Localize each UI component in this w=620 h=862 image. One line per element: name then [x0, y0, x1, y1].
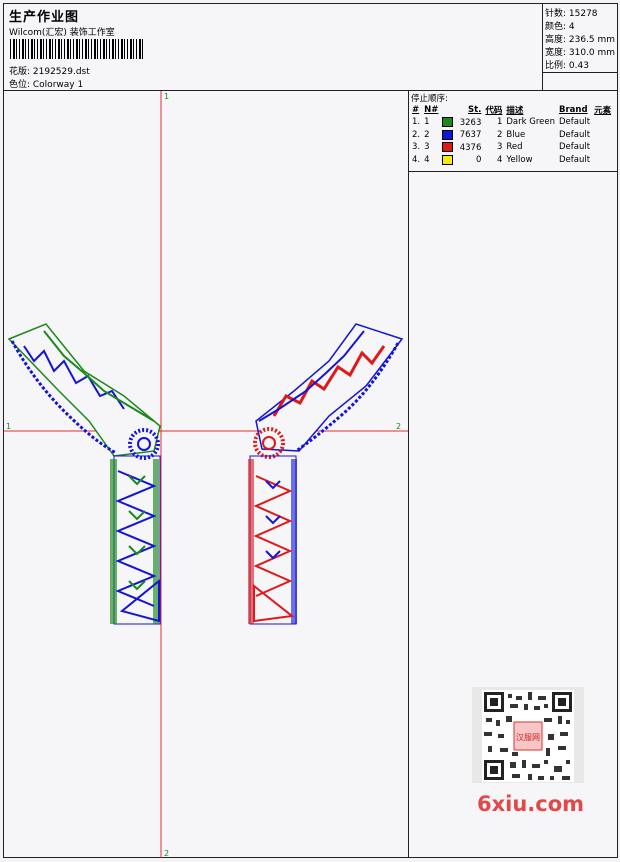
color-swatch	[442, 117, 454, 127]
stop-sequence-panel: 停止顺序: # N# St. 代码 描述 Brand 元素 1. 1 3263 1 Da…	[409, 91, 617, 172]
color-swatch	[442, 129, 454, 140]
design-scale: 比例: 0.43	[545, 61, 589, 71]
qr-code-watermark: 汉服网	[472, 687, 584, 783]
row-stitches: 7637	[440, 129, 483, 142]
row-description: Dark Green	[506, 117, 556, 128]
row-stitches: 3263	[440, 116, 483, 129]
row-needle: 1	[424, 117, 430, 128]
row-index: 3.	[412, 142, 421, 153]
right-collar-piece	[248, 323, 404, 625]
row-element	[592, 154, 613, 167]
axis-label-top: 1	[164, 92, 169, 101]
col-code: 代码	[485, 106, 503, 116]
software-name: Wilcom(汇宏) 装饰工作室	[9, 28, 115, 38]
axis-label-bottom: 2	[164, 849, 169, 858]
header-divider	[542, 72, 543, 90]
row-element	[592, 141, 613, 154]
table-row: 3. 3 4376 3 Red Default	[410, 141, 613, 154]
row-element	[592, 129, 613, 142]
axis-label-right: 2	[396, 422, 401, 431]
stitch-value: 4376	[459, 142, 482, 153]
color-swatch	[442, 154, 454, 165]
stitch-count: 针数: 15278	[545, 9, 598, 19]
row-needle: 3	[424, 142, 430, 153]
header: 生产作业图 Wilcom(汇宏) 装饰工作室 花版: 2192529.dst 色…	[4, 4, 618, 91]
stitch-value: 3263	[459, 117, 482, 128]
stats-panel: 针数: 15278 颜色: 4 高度: 236.5 mm 宽度: 310.0 m…	[542, 4, 618, 73]
table-row: 4. 4 0 4 Yellow Default	[410, 154, 613, 167]
col-description: 描述	[506, 106, 524, 116]
row-description: Blue	[506, 129, 526, 140]
row-brand: Default	[559, 129, 591, 140]
col-needle: N#	[424, 105, 439, 115]
row-code: 2	[496, 129, 503, 140]
table-row: 2. 2 7637 2 Blue Default	[410, 129, 613, 142]
row-code: 1	[496, 117, 503, 128]
row-description: Red	[506, 142, 523, 153]
row-brand: Default	[559, 142, 591, 153]
axis-label-left: 1	[6, 422, 11, 431]
row-index: 2.	[412, 129, 421, 140]
row-element	[592, 116, 613, 129]
row-index: 1.	[412, 117, 421, 128]
color-swatch	[442, 142, 454, 152]
page-title: 生产作业图	[9, 10, 80, 25]
seal-text: 汉服网	[516, 733, 540, 742]
row-description: Yellow	[506, 154, 533, 165]
stop-sequence-title: 停止顺序:	[411, 94, 448, 104]
production-sheet: 生产作业图 Wilcom(汇宏) 装饰工作室 花版: 2192529.dst 色…	[3, 3, 618, 858]
header-info: 生产作业图 Wilcom(汇宏) 装饰工作室 花版: 2192529.dst 色…	[6, 5, 541, 90]
row-code: 4	[496, 154, 503, 165]
stitch-value: 0	[475, 155, 482, 165]
embroidery-preview: 1 1 2 2	[4, 91, 408, 858]
row-code: 3	[496, 142, 503, 153]
col-element: 元素	[594, 106, 612, 116]
row-brand: Default	[559, 117, 591, 128]
row-needle: 2	[424, 129, 430, 140]
row-needle: 4	[424, 154, 430, 165]
design-canvas: 1 1 2 2	[4, 91, 409, 858]
colorway: 色位: Colorway 1	[9, 80, 84, 90]
table-row: 1. 1 3263 1 Dark Green Default	[410, 116, 613, 129]
design-file: 花版: 2192529.dst	[9, 67, 90, 77]
design-height: 高度: 236.5 mm	[545, 35, 616, 45]
row-stitches: 4376	[440, 141, 483, 154]
left-collar-piece	[7, 323, 161, 625]
qr-code: 汉服网	[482, 690, 574, 782]
table-header-row: # N# St. 代码 描述 Brand 元素	[410, 104, 613, 116]
col-index: #	[412, 105, 420, 115]
row-brand: Default	[559, 154, 591, 165]
stop-sequence-table: # N# St. 代码 描述 Brand 元素 1. 1 3263 1 Dark Gre…	[410, 104, 613, 166]
col-brand: Brand	[559, 105, 588, 115]
color-count: 颜色: 4	[545, 22, 575, 32]
row-index: 4.	[412, 154, 421, 165]
row-stitches: 0	[440, 154, 483, 167]
site-logo: 6xiu.com	[477, 792, 585, 816]
stitch-value: 7637	[459, 130, 482, 140]
design-width: 宽度: 310.0 mm	[545, 48, 616, 58]
barcode	[10, 39, 144, 59]
col-stitches: St.	[467, 105, 482, 115]
